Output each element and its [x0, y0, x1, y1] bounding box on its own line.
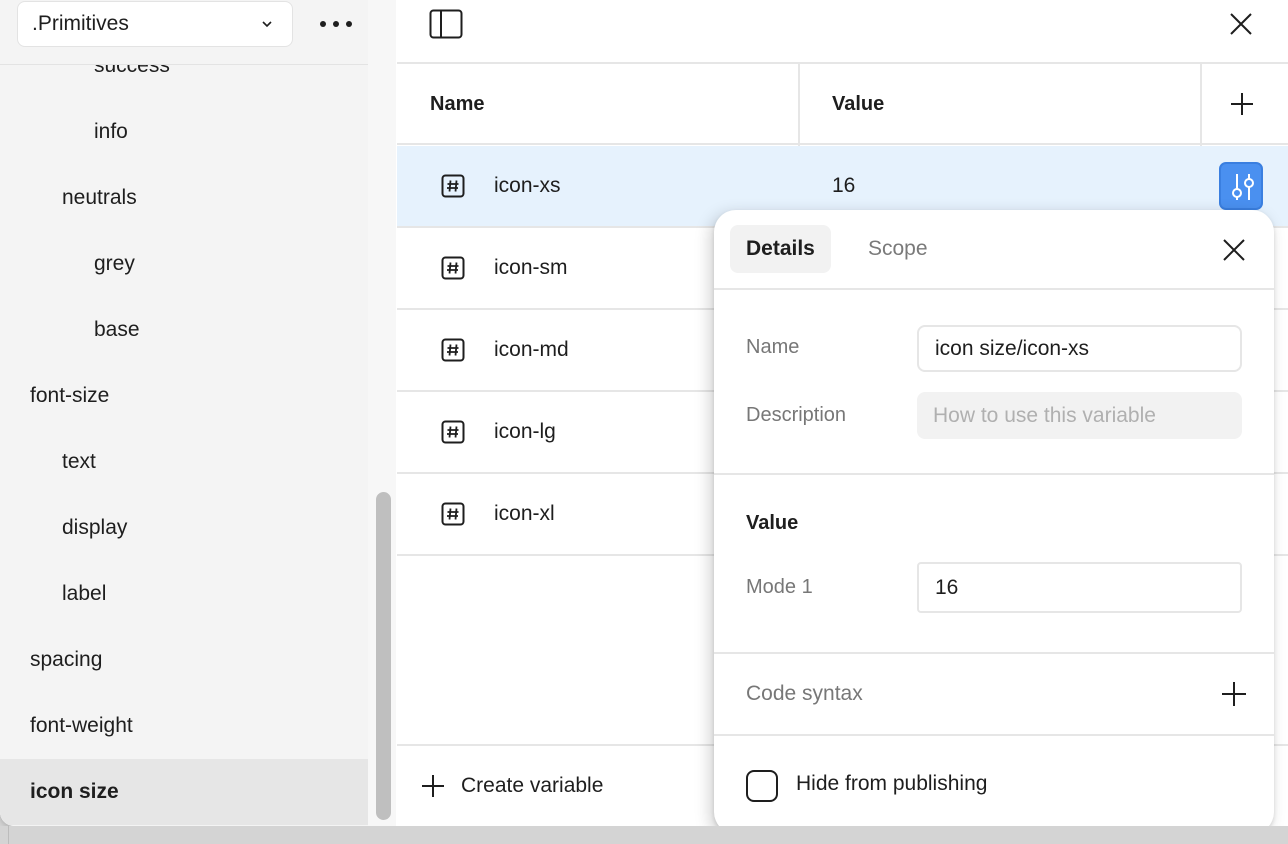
variable-name: icon-md: [494, 338, 569, 361]
number-variable-icon: [441, 420, 465, 444]
tree-item-label: info: [94, 120, 128, 143]
tree-item-label: icon size: [30, 780, 119, 803]
collection-tree: success info neutrals grey base font-siz…: [0, 33, 368, 826]
divider: [714, 734, 1274, 736]
background-canvas: [0, 826, 1288, 844]
tab-scope[interactable]: Scope: [852, 225, 944, 273]
variable-name: icon-xl: [494, 502, 555, 525]
create-variable-button[interactable]: Create variable: [421, 766, 603, 806]
number-variable-icon: [441, 338, 465, 362]
code-syntax-label: Code syntax: [746, 682, 863, 705]
tree-item-neutrals[interactable]: neutrals: [0, 165, 368, 231]
divider: [714, 473, 1274, 475]
popover-tabs: Details Scope: [714, 210, 1274, 290]
divider: [8, 826, 9, 844]
hide-from-publishing-label: Hide from publishing: [796, 772, 988, 795]
sidebar-scrollbar[interactable]: [376, 492, 391, 820]
mode-value-input[interactable]: [917, 562, 1242, 613]
tree-item-label: grey: [94, 252, 135, 275]
tree-item-font-weight[interactable]: font-weight: [0, 693, 368, 759]
table-header: Name Value: [397, 64, 1288, 145]
number-variable-icon: [441, 174, 465, 198]
tree-item-label[interactable]: label: [0, 561, 368, 627]
edit-variable-button[interactable]: [1219, 162, 1263, 210]
name-label: Name: [746, 336, 800, 358]
tree-item-info[interactable]: info: [0, 99, 368, 165]
tree-item-label: display: [62, 516, 128, 539]
variable-name: icon-xs: [494, 174, 561, 197]
tree-item-label: label: [62, 582, 107, 605]
collection-dropdown[interactable]: .Primitives: [17, 1, 293, 47]
variable-name: icon-sm: [494, 256, 568, 279]
description-input[interactable]: [917, 392, 1242, 439]
plus-icon: [422, 775, 444, 797]
add-code-syntax-button[interactable]: [1220, 680, 1248, 708]
column-header-value: Value: [832, 93, 885, 115]
tab-details[interactable]: Details: [730, 225, 831, 273]
value-section-title: Value: [746, 512, 799, 534]
column-header-name: Name: [430, 93, 485, 115]
hide-from-publishing-checkbox[interactable]: [746, 770, 778, 802]
tree-item-grey[interactable]: grey: [0, 231, 368, 297]
close-icon[interactable]: [1220, 236, 1248, 264]
create-variable-label: Create variable: [461, 774, 604, 797]
mode-label: Mode 1: [746, 576, 813, 598]
tree-item-icon-size[interactable]: icon size: [0, 759, 368, 825]
tree-item-text[interactable]: text: [0, 429, 368, 495]
sidebar-toggle-icon[interactable]: [429, 9, 463, 39]
number-variable-icon: [441, 502, 465, 526]
tree-item-label: neutrals: [62, 186, 137, 209]
more-options-button[interactable]: [316, 10, 356, 38]
description-label: Description: [746, 404, 847, 426]
tree-item-label: base: [94, 318, 140, 341]
tree-item-label: font-weight: [30, 714, 133, 737]
tree-item-font-size[interactable]: font-size: [0, 363, 368, 429]
tree-item-label: text: [62, 450, 96, 473]
sidebar: success info neutrals grey base font-siz…: [0, 0, 396, 826]
variable-name: icon-lg: [494, 420, 556, 443]
collection-name: .Primitives: [32, 12, 129, 35]
tree-item-label: font-size: [30, 384, 110, 407]
variables-window: success info neutrals grey base font-siz…: [0, 0, 1288, 826]
tree-item-base[interactable]: base: [0, 297, 368, 363]
add-mode-button[interactable]: [1229, 90, 1255, 118]
close-icon[interactable]: [1227, 10, 1255, 38]
number-variable-icon: [441, 256, 465, 280]
divider: [714, 652, 1274, 654]
variable-details-popover: Details Scope Name Description Value Mod…: [714, 210, 1274, 826]
tree-item-label: spacing: [30, 648, 103, 671]
tree-item-display[interactable]: display: [0, 495, 368, 561]
sidebar-header: .Primitives: [0, 0, 368, 65]
more-horizontal-icon: [320, 21, 352, 27]
chevron-down-icon: [262, 21, 272, 28]
tree-item-spacing[interactable]: spacing: [0, 627, 368, 693]
toolbar: [397, 0, 1288, 64]
sliders-icon: [1232, 174, 1254, 200]
name-input[interactable]: [917, 325, 1242, 372]
